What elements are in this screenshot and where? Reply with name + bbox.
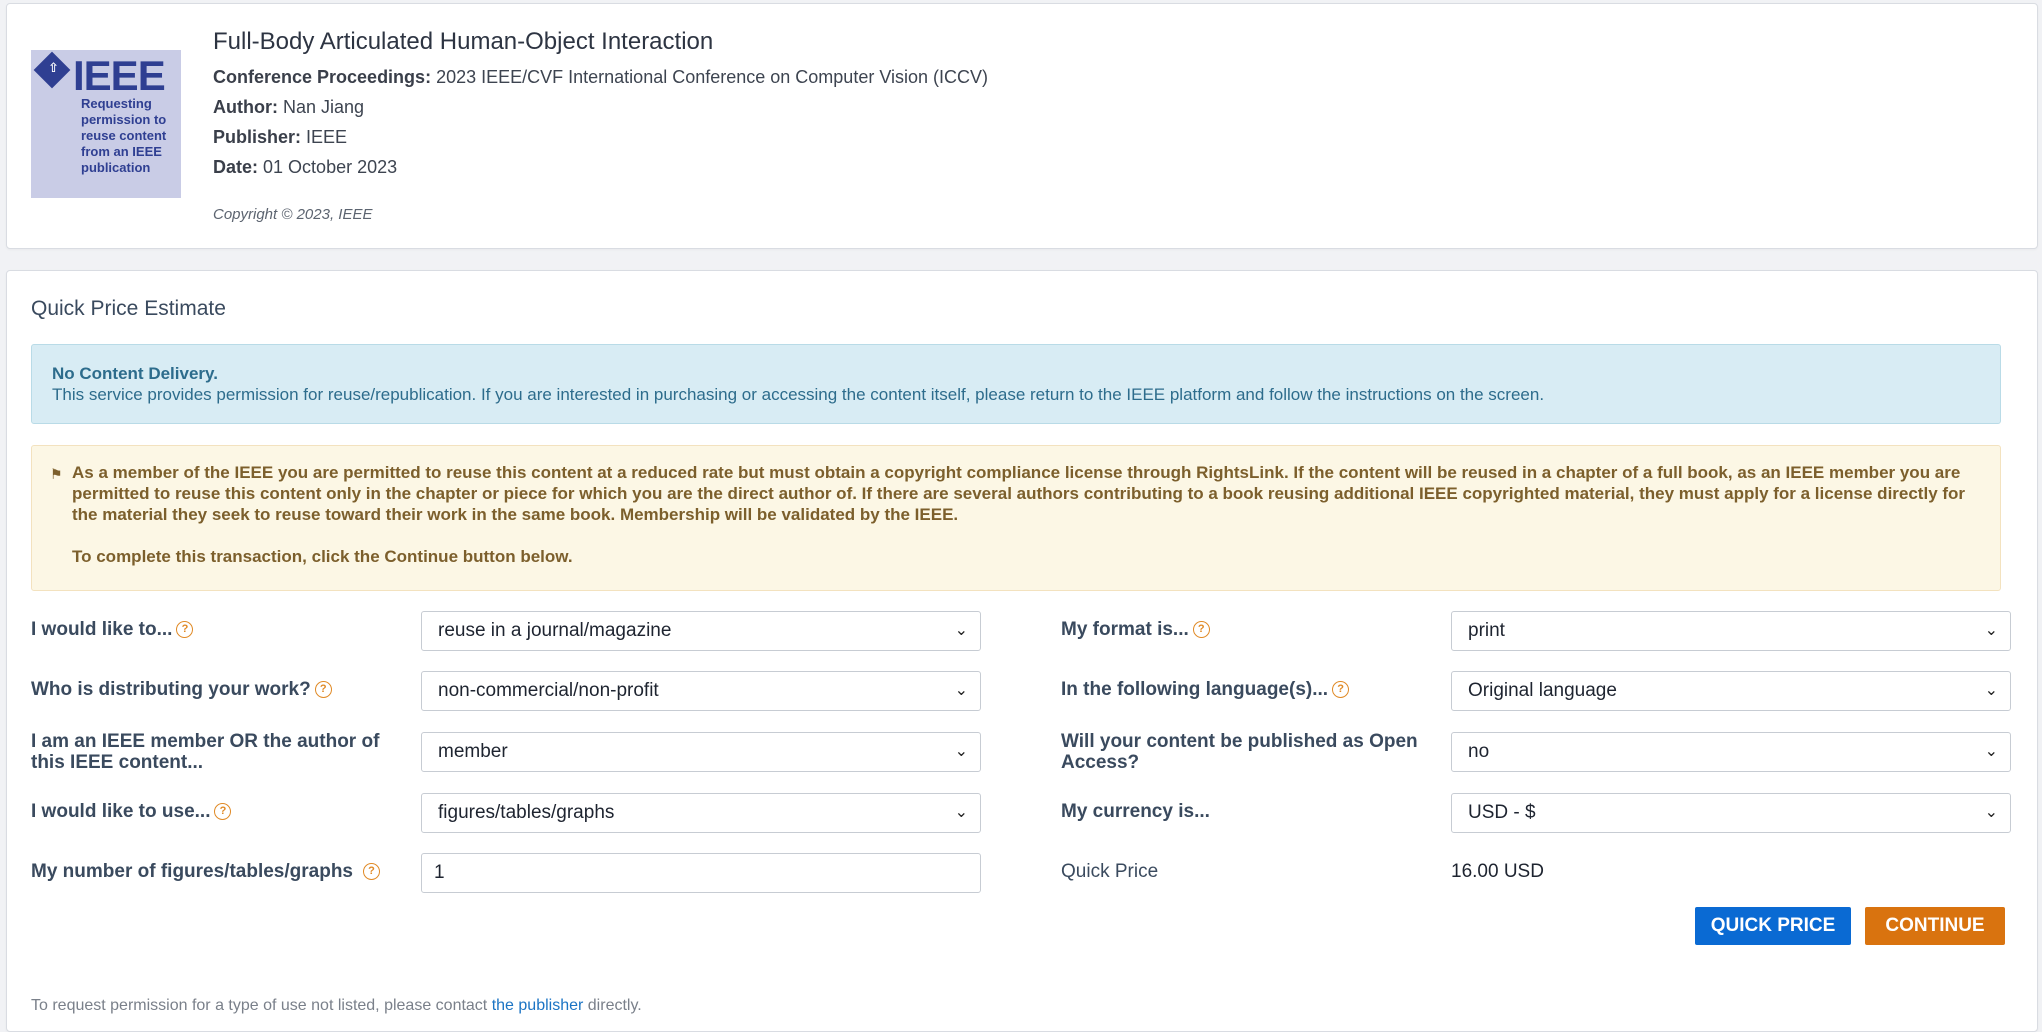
chevron-down-icon: ⌄ [954, 743, 968, 760]
use-type-label-text: I would like to... [31, 619, 173, 640]
use-type-value: reuse in a journal/magazine [438, 620, 672, 641]
ieee-logo: ⇧ IEEE Requesting permission to reuse co… [31, 50, 181, 198]
author-row: Author: Nan Jiang [213, 97, 364, 118]
proceedings-value: 2023 IEEE/CVF International Conference o… [436, 67, 989, 87]
footer-suffix: directly. [587, 997, 642, 1014]
help-icon[interactable]: ? [1332, 681, 1350, 699]
use-type-select[interactable]: reuse in a journal/magazine ⌄ [421, 611, 981, 651]
author-label: Author: [213, 97, 278, 117]
logo-word: IEEE [73, 52, 166, 99]
proceedings-row: Conference Proceedings: 2023 IEEE/CVF In… [213, 67, 988, 88]
warning-cta: To complete this transaction, click the … [72, 547, 573, 566]
publisher-value: IEEE [306, 127, 348, 147]
chevron-down-icon: ⌄ [954, 622, 968, 639]
logo-caption: Requesting permission to reuse content f… [81, 96, 167, 175]
use-type-label: I would like to...? [31, 619, 194, 640]
chevron-down-icon: ⌄ [1984, 804, 1998, 821]
publisher-row: Publisher: IEEE [213, 127, 347, 148]
member-warning-alert: ⚑ As a member of the IEEE you are permit… [31, 445, 2001, 591]
language-select[interactable]: Original language ⌄ [1451, 671, 2011, 711]
format-label-text: My format is... [1061, 619, 1189, 640]
format-label: My format is...? [1061, 619, 1210, 640]
ieee-arrow-icon: ⇧ [48, 60, 59, 75]
warning-body: As a member of the IEEE you are permitte… [72, 463, 1966, 524]
publication-card: ⇧ IEEE Requesting permission to reuse co… [6, 3, 2038, 249]
chevron-down-icon: ⌄ [1984, 682, 1998, 699]
distributor-value: non-commercial/non-profit [438, 680, 659, 701]
proceedings-label: Conference Proceedings: [213, 67, 432, 87]
publication-title: Full-Body Articulated Human-Object Inter… [213, 28, 714, 55]
open-access-select[interactable]: no ⌄ [1451, 732, 2011, 772]
quick-price-button[interactable]: QUICK PRICE [1695, 907, 1851, 945]
publisher-link[interactable]: the publisher [492, 997, 584, 1014]
quick-price-value: 16.00 USD [1451, 861, 1544, 882]
distributor-select[interactable]: non-commercial/non-profit ⌄ [421, 671, 981, 711]
currency-value: USD - $ [1468, 802, 1536, 823]
date-value: 01 October 2023 [263, 157, 398, 177]
member-value: member [438, 741, 508, 762]
member-label: I am an IEEE member OR the author of thi… [31, 731, 380, 773]
copyright-notice: Copyright © 2023, IEEE [213, 206, 373, 223]
portion-label-text: I would like to use... [31, 801, 211, 822]
currency-label: My currency is... [1061, 801, 1210, 822]
flag-icon: ⚑ [50, 466, 63, 482]
language-label: In the following language(s)...? [1061, 679, 1350, 700]
help-icon[interactable]: ? [314, 681, 332, 699]
chevron-down-icon: ⌄ [954, 804, 968, 821]
format-value: print [1468, 620, 1505, 641]
footer-note: To request permission for a type of use … [31, 997, 642, 1015]
portion-value: figures/tables/graphs [438, 802, 615, 823]
open-access-value: no [1468, 741, 1490, 762]
count-label-text: My number of figures/tables/graphs [31, 861, 353, 882]
figure-count-input[interactable]: 1 [421, 853, 981, 893]
date-row: Date: 01 October 2023 [213, 157, 397, 178]
info-alert-body: This service provides permission for reu… [52, 385, 1545, 404]
help-icon[interactable]: ? [214, 803, 232, 821]
continue-button[interactable]: CONTINUE [1865, 907, 2005, 945]
help-icon[interactable]: ? [176, 621, 194, 639]
language-value: Original language [1468, 680, 1617, 701]
help-icon[interactable]: ? [1192, 621, 1210, 639]
distributor-label-text: Who is distributing your work? [31, 679, 311, 700]
author-value: Nan Jiang [283, 97, 365, 117]
chevron-down-icon: ⌄ [954, 682, 968, 699]
help-icon[interactable]: ? [363, 863, 380, 881]
chevron-down-icon: ⌄ [1984, 743, 1998, 760]
open-access-label: Will your content be published as Open A… [1061, 731, 1418, 773]
publisher-label: Publisher: [213, 127, 302, 147]
language-label-text: In the following language(s)... [1061, 679, 1329, 700]
footer-prefix: To request permission for a type of use … [31, 997, 488, 1014]
format-select[interactable]: print ⌄ [1451, 611, 2011, 651]
chevron-down-icon: ⌄ [1984, 622, 1998, 639]
distributor-label: Who is distributing your work?? [31, 679, 332, 700]
portion-label: I would like to use...? [31, 801, 232, 822]
date-label: Date: [213, 157, 259, 177]
quick-price-label: Quick Price [1061, 861, 1159, 882]
info-alert-title: No Content Delivery. [52, 364, 218, 383]
member-select[interactable]: member ⌄ [421, 732, 981, 772]
portion-select[interactable]: figures/tables/graphs ⌄ [421, 793, 981, 833]
currency-select[interactable]: USD - $ ⌄ [1451, 793, 2011, 833]
quick-price-card: Quick Price Estimate No Content Delivery… [6, 270, 2038, 1032]
count-label: My number of figures/tables/graphs? [31, 861, 380, 882]
section-title: Quick Price Estimate [31, 297, 226, 320]
info-alert: No Content Delivery. This service provid… [31, 344, 2001, 424]
